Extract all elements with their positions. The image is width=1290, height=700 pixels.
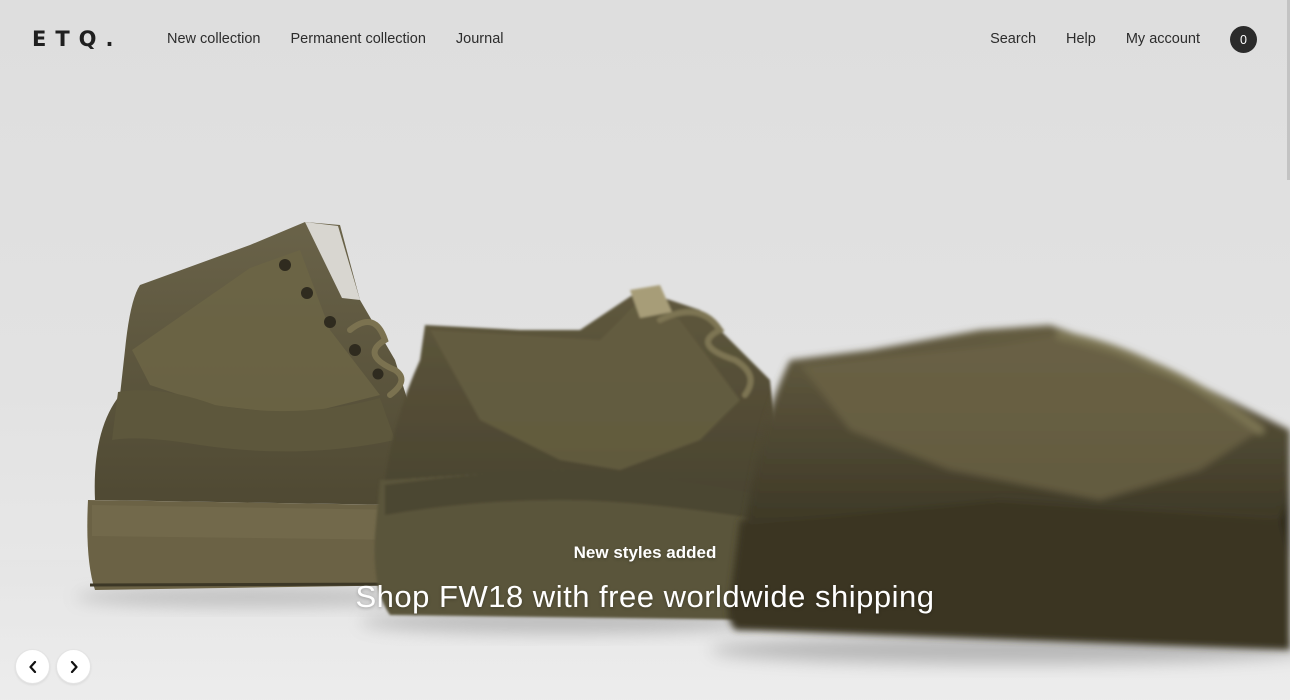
hero-section: ETQ. New collection Permanent collection…: [0, 0, 1290, 700]
nav-help[interactable]: Help: [1066, 31, 1096, 47]
site-header: ETQ. New collection Permanent collection…: [0, 0, 1290, 80]
nav-permanent-collection[interactable]: Permanent collection: [291, 31, 426, 47]
hero-kicker: New styles added: [573, 543, 717, 562]
utility-nav: Search Help My account: [990, 31, 1200, 47]
nav-search[interactable]: Search: [990, 31, 1036, 47]
hero-headline[interactable]: Shop FW18 with free worldwide shipping: [0, 579, 1290, 615]
nav-my-account[interactable]: My account: [1126, 31, 1200, 47]
carousel-next-button[interactable]: [56, 649, 91, 684]
nav-journal[interactable]: Journal: [456, 31, 504, 47]
carousel-prev-button[interactable]: [15, 649, 50, 684]
primary-nav: New collection Permanent collection Jour…: [167, 31, 503, 47]
chevron-left-icon: [28, 660, 36, 673]
nav-new-collection[interactable]: New collection: [167, 31, 261, 47]
cart-count-badge[interactable]: 0: [1230, 26, 1257, 53]
sneaker-mid-top: [374, 285, 780, 620]
chevron-right-icon: [70, 660, 78, 673]
sneaker-high-top: [87, 222, 421, 590]
brand-logo[interactable]: ETQ.: [32, 27, 123, 51]
